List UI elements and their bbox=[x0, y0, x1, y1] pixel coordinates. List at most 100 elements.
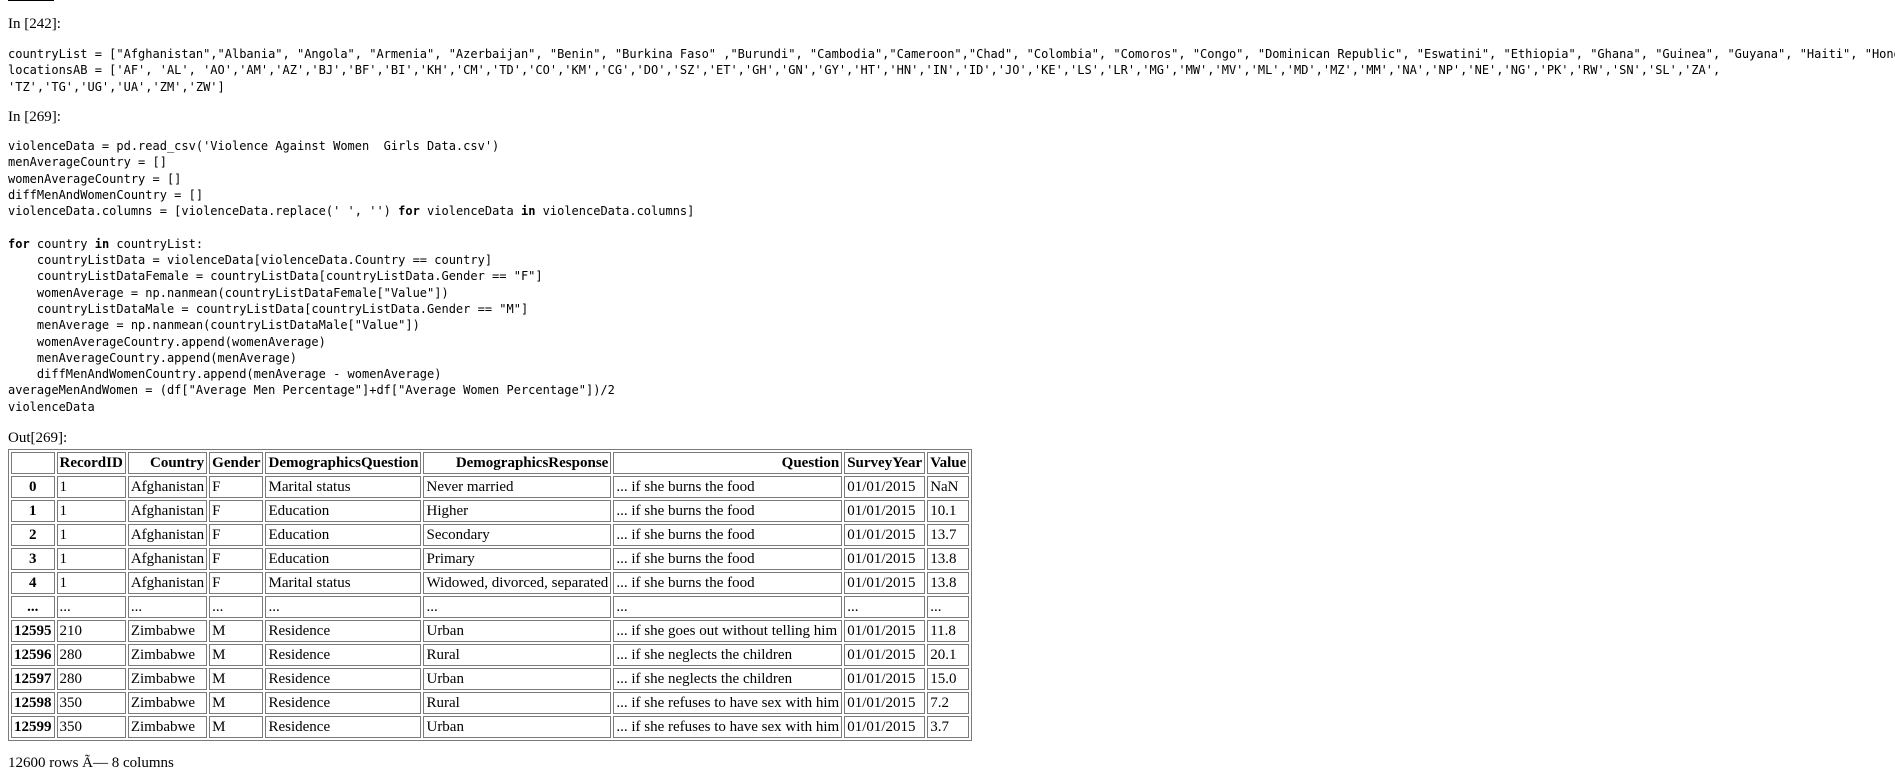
code-cell[interactable]: countryList = ["Afghanistan","Albania", … bbox=[8, 46, 1895, 95]
table-cell: 15.0 bbox=[927, 668, 970, 690]
table-row: 12599 350 Zimbabwe M Residence Urban ...… bbox=[11, 716, 970, 738]
table-cell: ... if she neglects the children bbox=[613, 668, 843, 690]
dataframe-shape: 12600 rows Ã— 8 columns bbox=[8, 755, 174, 771]
previous-cell-edge bbox=[8, 0, 60, 3]
table-cell: Afghanistan bbox=[127, 572, 208, 594]
row-index: 4 bbox=[11, 572, 55, 594]
table-cell: Widowed, divorced, separated bbox=[423, 572, 612, 594]
keyword: for bbox=[398, 204, 420, 219]
table-cell: 280 bbox=[56, 668, 126, 690]
row-index: 3 bbox=[11, 548, 55, 570]
row-index: 12599 bbox=[11, 716, 55, 738]
table-cell: 13.8 bbox=[927, 572, 970, 594]
table-cell: Afghanistan bbox=[127, 524, 208, 546]
column-header: RecordID bbox=[56, 452, 126, 474]
table-row: 12597 280 Zimbabwe M Residence Urban ...… bbox=[11, 668, 970, 690]
row-index: 0 bbox=[11, 476, 55, 498]
table-cell: Primary bbox=[423, 548, 612, 570]
code-text: violenceData bbox=[419, 204, 521, 219]
table-cell: 350 bbox=[56, 716, 126, 738]
code-text: violenceData.columns] bbox=[542, 204, 695, 219]
table-cell: Secondary bbox=[423, 524, 612, 546]
table-cell: M bbox=[209, 716, 264, 738]
table-cell: Residence bbox=[265, 620, 422, 642]
keyword: for bbox=[8, 236, 30, 251]
column-header: Gender bbox=[209, 452, 264, 474]
table-cell: 13.7 bbox=[927, 524, 970, 546]
column-header: DemographicsResponse bbox=[423, 452, 612, 474]
table-row: 12596 280 Zimbabwe M Residence Rural ...… bbox=[11, 644, 970, 666]
table-row: 4 1 Afghanistan F Marital status Widowed… bbox=[11, 572, 970, 594]
table-cell: 01/01/2015 bbox=[844, 572, 926, 594]
table-cell: M bbox=[209, 692, 264, 714]
table-cell: F bbox=[209, 548, 264, 570]
table-row: 2 1 Afghanistan F Education Secondary ..… bbox=[11, 524, 970, 546]
table-cell: NaN bbox=[927, 476, 970, 498]
table-cell: ... if she refuses to have sex with him bbox=[613, 716, 843, 738]
table-cell: Urban bbox=[423, 668, 612, 690]
table-cell: ... if she burns the food bbox=[613, 500, 843, 522]
table-cell: Zimbabwe bbox=[127, 716, 208, 738]
column-header: SurveyYear bbox=[844, 452, 926, 474]
table-cell: 1 bbox=[56, 572, 126, 594]
row-index: 2 bbox=[11, 524, 55, 546]
column-header: Value bbox=[927, 452, 970, 474]
table-cell: Never married bbox=[423, 476, 612, 498]
table-cell: 350 bbox=[56, 692, 126, 714]
table-cell: F bbox=[209, 572, 264, 594]
table-cell: Education bbox=[265, 524, 422, 546]
table-cell: Residence bbox=[265, 644, 422, 666]
table-cell: 11.8 bbox=[927, 620, 970, 642]
input-prompt: In [269]: bbox=[8, 109, 61, 125]
table-cell: F bbox=[209, 500, 264, 522]
table-cell: ... bbox=[127, 596, 208, 618]
table-header-row: RecordID Country Gender DemographicsQues… bbox=[11, 452, 970, 474]
table-cell: Rural bbox=[423, 692, 612, 714]
table-cell: ... bbox=[844, 596, 926, 618]
table-row: 1 1 Afghanistan F Education Higher ... i… bbox=[11, 500, 970, 522]
input-prompt: In [242]: bbox=[8, 16, 61, 32]
table-cell: ... bbox=[209, 596, 264, 618]
table-cell: 13.8 bbox=[927, 548, 970, 570]
table-cell: 01/01/2015 bbox=[844, 668, 926, 690]
keyword: in bbox=[94, 236, 110, 251]
table-row: 12595 210 Zimbabwe M Residence Urban ...… bbox=[11, 620, 970, 642]
table-cell: ... bbox=[927, 596, 970, 618]
row-index: 12598 bbox=[11, 692, 55, 714]
column-header: Country bbox=[127, 452, 208, 474]
table-cell: ... if she burns the food bbox=[613, 548, 843, 570]
column-header: Question bbox=[613, 452, 843, 474]
table-cell: M bbox=[209, 668, 264, 690]
table-cell: 1 bbox=[56, 524, 126, 546]
table-cell: 01/01/2015 bbox=[844, 476, 926, 498]
table-cell: F bbox=[209, 476, 264, 498]
table-cell: ... bbox=[265, 596, 422, 618]
table-cell: ... if she goes out without telling him bbox=[613, 620, 843, 642]
notebook-page: In [242]: countryList = ["Afghanistan","… bbox=[0, 0, 1895, 775]
table-cell: 3.7 bbox=[927, 716, 970, 738]
table-cell: 210 bbox=[56, 620, 126, 642]
table-cell: 01/01/2015 bbox=[844, 548, 926, 570]
table-cell: 1 bbox=[56, 548, 126, 570]
table-cell: M bbox=[209, 644, 264, 666]
table-cell: Zimbabwe bbox=[127, 668, 208, 690]
table-cell: 7.2 bbox=[927, 692, 970, 714]
table-cell: Afghanistan bbox=[127, 476, 208, 498]
row-index: 12595 bbox=[11, 620, 55, 642]
table-cell: Marital status bbox=[265, 476, 422, 498]
table-row: 3 1 Afghanistan F Education Primary ... … bbox=[11, 548, 970, 570]
table-cell: ... if she refuses to have sex with him bbox=[613, 692, 843, 714]
row-index: 12596 bbox=[11, 644, 55, 666]
index-header bbox=[11, 452, 55, 474]
table-cell: Zimbabwe bbox=[127, 620, 208, 642]
table-cell: 01/01/2015 bbox=[844, 692, 926, 714]
table-cell: 01/01/2015 bbox=[844, 644, 926, 666]
table-cell: ... bbox=[423, 596, 612, 618]
table-cell: 1 bbox=[56, 500, 126, 522]
table-cell: 280 bbox=[56, 644, 126, 666]
table-cell: Residence bbox=[265, 716, 422, 738]
table-cell: 01/01/2015 bbox=[844, 524, 926, 546]
code-cell[interactable]: violenceData = pd.read_csv('Violence Aga… bbox=[8, 138, 694, 415]
code-text: country bbox=[29, 236, 95, 251]
table-cell: 20.1 bbox=[927, 644, 970, 666]
